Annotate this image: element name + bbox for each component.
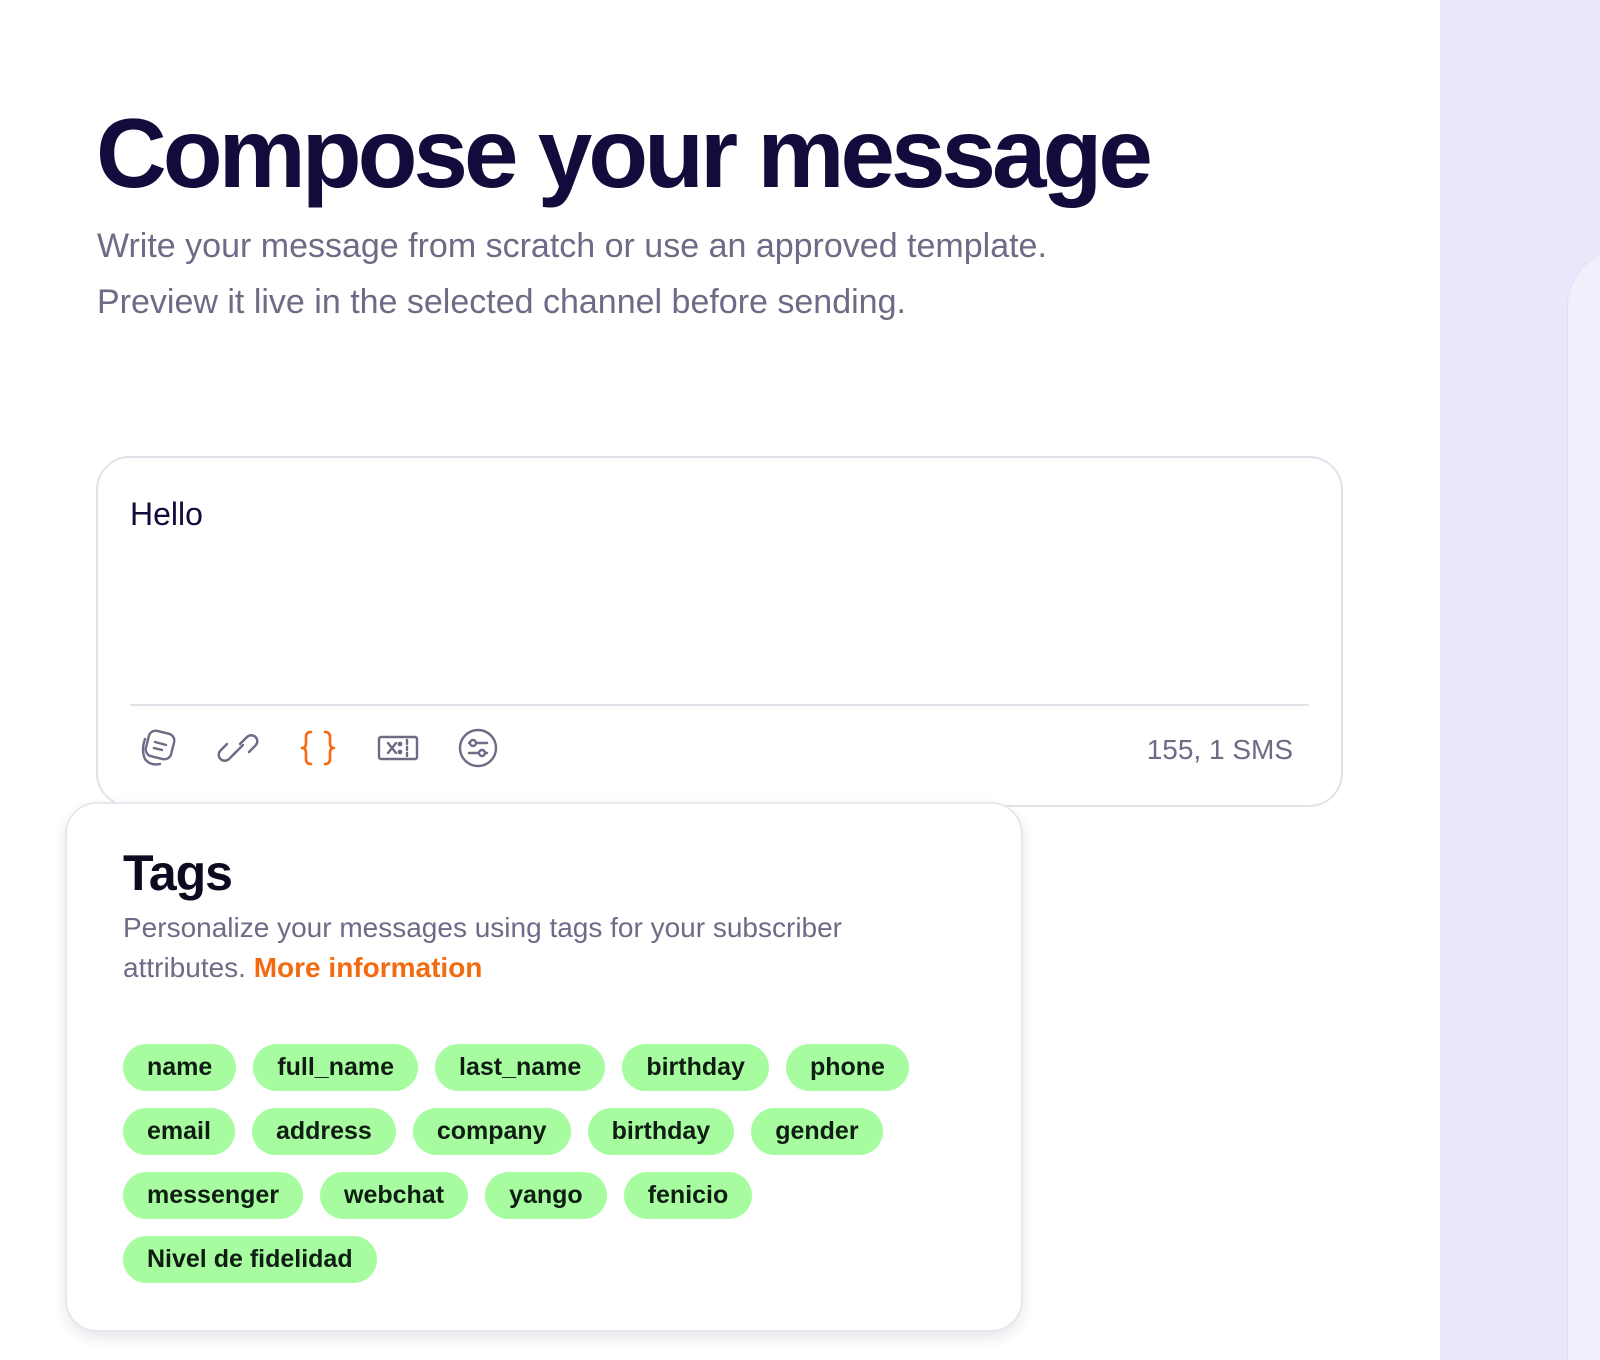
tag-chip-fenicio[interactable]: fenicio: [623, 1172, 753, 1219]
braces-icon: [300, 730, 336, 766]
tag-chip-address[interactable]: address: [251, 1108, 396, 1155]
preview-card: [1568, 250, 1600, 1360]
tag-chip-gender[interactable]: gender: [751, 1108, 883, 1155]
personalization-button[interactable]: [456, 726, 500, 770]
coupon-icon: [377, 735, 419, 761]
tags-description-text: Personalize your messages using tags for…: [123, 912, 843, 983]
more-information-link[interactable]: More information: [254, 952, 483, 983]
tag-chip-phone[interactable]: phone: [785, 1044, 909, 1091]
settings-sliders-icon: [458, 728, 498, 768]
tag-chip-messenger[interactable]: messenger: [123, 1172, 304, 1219]
composer-divider: [130, 704, 1309, 706]
template-button[interactable]: [136, 726, 180, 770]
tag-chip-webchat[interactable]: webchat: [320, 1172, 469, 1219]
tag-list: name full_name last_name birthday phone …: [123, 1044, 943, 1283]
tags-popover: Tags Personalize your messages using tag…: [65, 802, 1023, 1332]
link-button[interactable]: [216, 726, 260, 770]
template-icon: [141, 729, 176, 766]
message-input[interactable]: Hello: [130, 496, 203, 533]
main-area: Compose your message Write your message …: [0, 0, 1440, 1360]
tag-chip-birthday[interactable]: birthday: [622, 1044, 769, 1091]
tag-chip-yango[interactable]: yango: [485, 1172, 607, 1219]
tag-chip-full-name[interactable]: full_name: [253, 1044, 419, 1091]
tags-button[interactable]: [296, 726, 340, 770]
composer-toolbar: [136, 726, 500, 770]
message-composer: Hello 155, 1 SMS: [96, 456, 1343, 807]
tag-chip-birthday-2[interactable]: birthday: [587, 1108, 735, 1155]
tags-title: Tags: [123, 845, 233, 901]
character-counter: 155, 1 SMS: [1146, 734, 1293, 765]
tag-chip-last-name[interactable]: last_name: [435, 1044, 606, 1091]
subtitle-line-2: Preview it live in the selected channel …: [97, 283, 906, 321]
link-icon: [217, 734, 259, 762]
tag-chip-company[interactable]: company: [412, 1108, 571, 1155]
tags-description: Personalize your messages using tags for…: [123, 908, 943, 988]
coupon-button[interactable]: [376, 726, 420, 770]
tag-chip-name[interactable]: name: [123, 1044, 237, 1091]
tag-chip-email[interactable]: email: [123, 1108, 235, 1155]
page-title: Compose your message: [96, 98, 1153, 208]
page-subtitle: Write your message from scratch or use a…: [97, 218, 1347, 330]
tag-chip-nivel-de-fidelidad[interactable]: Nivel de fidelidad: [123, 1236, 377, 1283]
subtitle-line-1: Write your message from scratch or use a…: [97, 227, 1047, 265]
